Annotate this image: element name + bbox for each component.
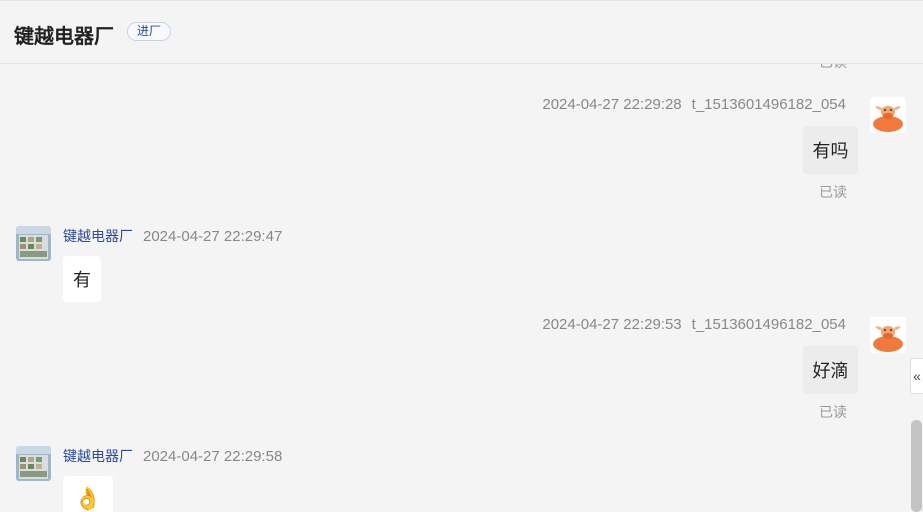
ok-hand-icon: 👌 xyxy=(74,486,102,512)
read-status: 已读 xyxy=(819,64,847,72)
bull-avatar-icon xyxy=(870,317,906,353)
read-status: 已读 xyxy=(819,405,847,421)
shop-avatar[interactable] xyxy=(16,446,51,481)
message-time: 2024-04-27 22:29:47 xyxy=(143,228,283,245)
chat-header: 键越电器厂 进厂 xyxy=(0,0,923,64)
message-meta: 2024-04-27 22:29:53 t_1513601496182_054 xyxy=(542,316,846,333)
user-avatar[interactable] xyxy=(870,97,906,133)
user-avatar[interactable] xyxy=(870,317,906,353)
shop-storefront-icon xyxy=(16,446,51,481)
message-bubble[interactable]: 有吗 xyxy=(803,126,858,174)
sender-name[interactable]: 键越电器厂 xyxy=(63,449,133,465)
message-time: 2024-04-27 22:29:58 xyxy=(143,448,283,465)
bull-avatar-icon xyxy=(870,97,906,133)
message-time: 2024-04-27 22:29:53 xyxy=(542,316,682,333)
message-list[interactable]: 已读 2024-04-27 22:29:28 t_1513601496182_05… xyxy=(0,64,910,512)
message-bubble[interactable]: 有 xyxy=(63,256,101,302)
sender-name[interactable]: 键越电器厂 xyxy=(63,229,133,245)
read-status: 已读 xyxy=(819,185,847,201)
double-chevron-left-icon: « xyxy=(913,368,921,384)
shop-title: 键越电器厂 xyxy=(14,24,114,48)
emoji-message-bubble[interactable]: 👌 xyxy=(63,476,113,512)
message-user: t_1513601496182_054 xyxy=(691,316,846,333)
message-time: 2024-04-27 22:29:28 xyxy=(542,96,682,113)
message-meta: 键越电器厂 2024-04-27 22:29:47 xyxy=(63,226,282,246)
message-bubble[interactable]: 好滴 xyxy=(803,346,858,394)
scrollbar-thumb[interactable] xyxy=(911,420,922,512)
shop-storefront-icon xyxy=(16,226,51,261)
collapse-panel-button[interactable]: « xyxy=(910,358,923,394)
enter-shop-badge[interactable]: 进厂 xyxy=(127,22,172,41)
message-user: t_1513601496182_054 xyxy=(691,96,846,113)
message-meta: 2024-04-27 22:29:28 t_1513601496182_054 xyxy=(542,96,846,113)
message-meta: 键越电器厂 2024-04-27 22:29:58 xyxy=(63,446,282,466)
shop-avatar[interactable] xyxy=(16,226,51,261)
